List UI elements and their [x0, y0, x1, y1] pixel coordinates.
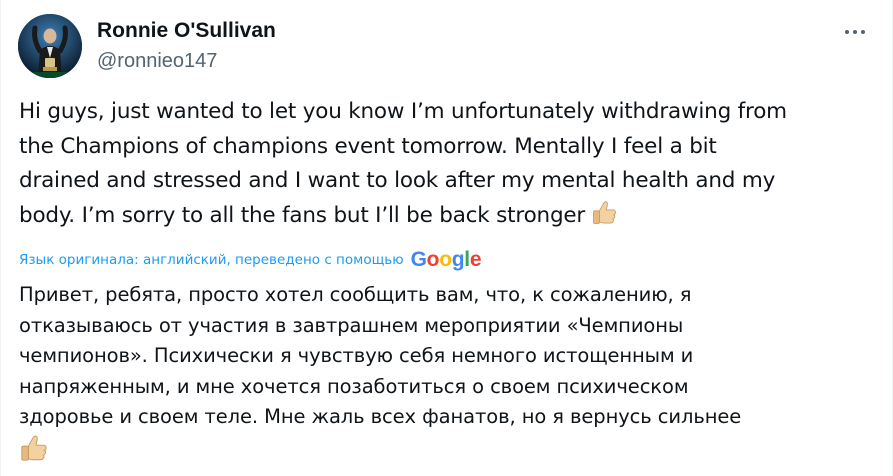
tweet-text-line-content: body. I’m sorry to all the fans but I’ll…	[19, 202, 586, 228]
google-letter: o	[439, 248, 452, 271]
author-handle[interactable]: @ronnieo147	[97, 49, 217, 73]
translated-text-line: отказываюсь от участия в завтрашнем меро…	[19, 313, 684, 337]
more-horizontal-icon	[845, 30, 849, 34]
translated-text: Привет, ребята, просто хотел сообщить ва…	[19, 280, 879, 473]
translated-text-line: Привет, ребята, просто хотел сообщить ва…	[19, 283, 692, 306]
translated-text-line: напряженным, и мне хочется позаботиться …	[19, 374, 689, 398]
google-logo: Google	[411, 247, 482, 273]
tweet-text: Hi guys, just wanted to let you know I’m…	[19, 95, 879, 237]
translation-attribution-link[interactable]: Язык оригинала: английский, переведено с…	[19, 247, 482, 273]
translated-emoji-line	[19, 433, 879, 473]
google-letter: g	[451, 248, 465, 271]
avatar-image-icon	[18, 14, 82, 78]
tweet-card: Ronnie O'Sullivan @ronnieo147 Hi guys, j…	[0, 0, 893, 476]
author-name[interactable]: Ronnie O'Sullivan	[97, 19, 276, 43]
tweet-text-line: drained and stressed and I want to look …	[19, 168, 776, 193]
more-horizontal-icon	[853, 30, 857, 34]
google-letter: e	[469, 248, 482, 271]
google-letter: o	[426, 248, 440, 271]
tweet-text-line: Hi guys, just wanted to let you know I’m…	[19, 99, 787, 124]
translated-text-line: чемпионов». Психически я чувствую себя н…	[19, 344, 694, 368]
tweet-text-line: body. I’m sorry to all the fans but I’ll…	[19, 199, 879, 238]
translation-label: Язык оригинала: английский, переведено с…	[19, 252, 404, 268]
tweet-text-line: the Champions of champions event tomorro…	[19, 133, 717, 159]
author-avatar[interactable]	[18, 14, 82, 78]
translated-text-line: здоровье и своем теле. Мне жаль всех фан…	[19, 405, 742, 429]
thumbs-up-icon	[591, 199, 618, 238]
more-horizontal-icon	[861, 30, 865, 34]
google-letter: G	[410, 248, 427, 271]
more-options-button[interactable]	[833, 18, 877, 46]
thumbs-up-icon	[19, 433, 49, 473]
